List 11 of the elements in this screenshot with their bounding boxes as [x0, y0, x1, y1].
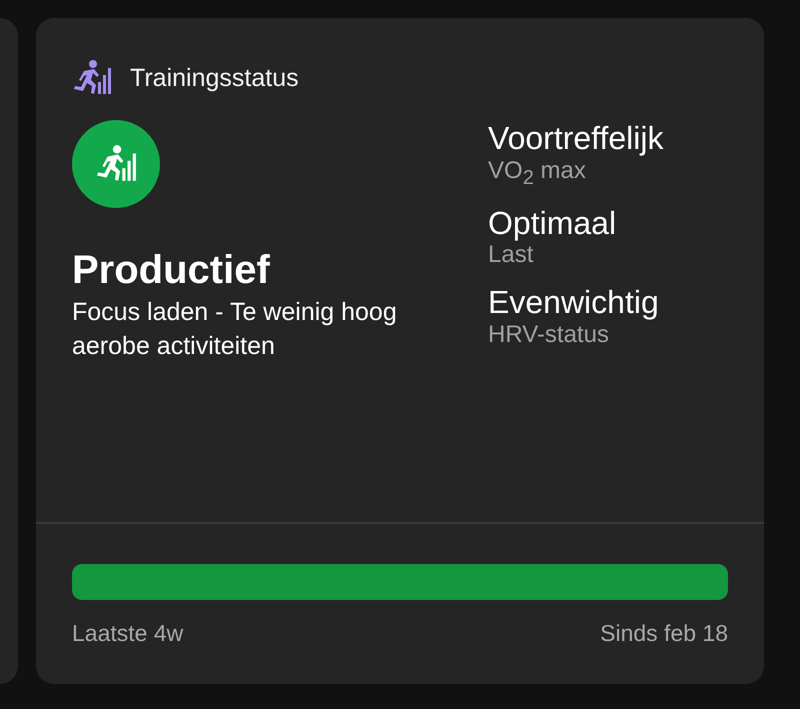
range-start-label: Laatste 4w [72, 620, 184, 647]
metric-label: VO$_{2}$ max [488, 156, 587, 190]
metric-label: Last [488, 241, 534, 269]
metric-value: Voortreffelijk [488, 120, 664, 157]
card-title: Trainingsstatus [130, 64, 299, 92]
range-end-label: Sinds feb 18 [600, 620, 728, 647]
status-title: Productief [72, 247, 271, 294]
metric-label: HRV-status [488, 320, 610, 348]
status-description: Focus laden - Te weinig hoog aerobe activiteiten [72, 297, 398, 362]
metric-value: Optimaal [488, 204, 618, 242]
metric-value: Evenwichtig [488, 284, 660, 321]
